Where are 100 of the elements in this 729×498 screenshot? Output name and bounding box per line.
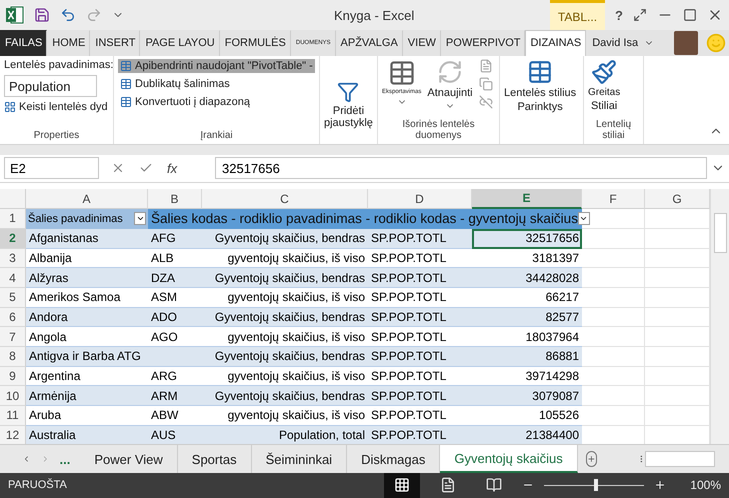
column-header[interactable]: B	[148, 189, 202, 210]
row-header[interactable]: 12	[0, 426, 26, 444]
table-cell: 86881	[472, 346, 582, 367]
table-cell: Gyventojų skaičius, bendras	[202, 228, 368, 248]
group-label: Properties	[32, 130, 80, 144]
formula-field[interactable]: 32517656	[215, 157, 707, 180]
table-cell: DZA	[148, 268, 202, 288]
table-cell: 3181397	[472, 248, 582, 268]
table-cell: gyventojų skaičius, iš viso	[202, 366, 368, 386]
column-header[interactable]: D	[368, 189, 472, 210]
slicer-icon	[337, 80, 360, 103]
save-icon[interactable]	[34, 7, 50, 23]
window-title: Knyga - Excel	[334, 8, 416, 22]
table-cell: 82577	[472, 308, 582, 328]
table-cell: 34428028	[472, 268, 582, 288]
table-cell: SP.POP.TOTL	[368, 366, 472, 386]
table-header-cell: Šalies pavadinimas	[26, 209, 148, 229]
horizontal-scrollbar[interactable]	[645, 451, 715, 468]
table-icon	[388, 58, 416, 87]
table-cell: Alžyras	[26, 268, 148, 288]
table-cell: gyventojų skaičius, iš viso	[202, 248, 368, 268]
vertical-scrollbar[interactable]	[710, 189, 729, 444]
table-cell: Australia	[26, 426, 148, 444]
function-button[interactable]: fx	[167, 160, 178, 176]
column-header[interactable]: F	[582, 189, 645, 210]
user-name[interactable]: David Isa	[586, 30, 644, 56]
table-cell: Argentina	[26, 366, 148, 386]
row-header[interactable]: 6	[0, 308, 26, 328]
row-header[interactable]: 5	[0, 288, 26, 308]
undo-icon[interactable]	[60, 7, 76, 23]
table-icon	[120, 96, 132, 108]
add-sheet-icon[interactable]	[586, 451, 597, 468]
filter-dropdown[interactable]	[578, 212, 590, 226]
table-cell: SP.POP.TOTL	[368, 308, 472, 328]
more-sheets-button[interactable]: ...	[50, 445, 80, 473]
group-label: Išorinės lentelės duomenys	[401, 119, 476, 144]
column-header[interactable]: A	[26, 189, 148, 210]
resize-table-button[interactable]: Keisti lentelės dyd	[4, 100, 109, 113]
table-cell: Population, total	[202, 426, 368, 444]
table-cell: SP.POP.TOTL	[368, 268, 472, 288]
column-header[interactable]: G	[645, 189, 710, 210]
row-header[interactable]: 3	[0, 248, 26, 268]
table-cell: ARM	[148, 386, 202, 406]
row-header[interactable]: 1	[0, 209, 26, 229]
avatar	[674, 30, 698, 55]
table-cell: SP.POP.TOTL	[368, 426, 472, 444]
table-cell: SP.POP.TOTL	[368, 248, 472, 268]
table-cell: AFG	[148, 228, 202, 248]
table-cell: 39714298	[472, 366, 582, 386]
name-box[interactable]: E2	[4, 157, 99, 180]
row-header[interactable]: 11	[0, 406, 26, 426]
table-icon	[120, 78, 132, 90]
insert-slicer-button[interactable]: Pridėti pjaustyklę	[324, 58, 373, 144]
ribbon-command[interactable]: Apibendrinti naudojant "PivotTable" -	[118, 58, 315, 73]
filter-dropdown[interactable]	[134, 212, 146, 226]
column-header[interactable]: C	[202, 189, 368, 210]
table-cell: Armėnija	[26, 386, 148, 406]
table-cell: SP.POP.TOTL	[368, 228, 472, 248]
row-header[interactable]: 8	[0, 346, 26, 367]
table-cell: 32517656	[472, 228, 582, 248]
group-label: Įrankiai	[199, 130, 234, 144]
brush-icon	[591, 58, 618, 85]
row-header[interactable]: 10	[0, 386, 26, 406]
ribbon-display-icon[interactable]	[633, 8, 647, 22]
excel-logo-icon	[6, 6, 24, 24]
row-header[interactable]: 2	[0, 228, 26, 248]
zoom-in-icon[interactable]	[654, 479, 666, 492]
table-cell: 21384400	[472, 426, 582, 444]
contextual-tab-label: TABL...	[550, 0, 606, 30]
group-label: Lentelių stiliai	[594, 119, 632, 144]
row-header[interactable]: 4	[0, 268, 26, 288]
maximize-icon[interactable]	[683, 8, 697, 22]
page-icon	[440, 477, 456, 494]
help-button[interactable]: ?	[615, 8, 623, 22]
table-cell: Gyventojų skaičius, bendras	[202, 308, 368, 328]
zoom-thumb[interactable]	[594, 479, 598, 492]
table-icon	[120, 60, 132, 72]
table-cell: Gyventojų skaičius, bendras	[202, 346, 368, 367]
normal-view-button[interactable]	[384, 472, 420, 498]
refresh-button[interactable]: Atnaujinti	[427, 58, 473, 120]
column-header[interactable]: E	[472, 189, 582, 210]
table-icon	[527, 58, 554, 85]
grid-icon	[394, 477, 410, 494]
refresh-icon	[436, 58, 463, 85]
table-cell: SP.POP.TOTL	[368, 386, 472, 406]
table-cell: ADO	[148, 308, 202, 328]
row-header[interactable]: 7	[0, 327, 26, 347]
sheet-tab[interactable]: Gyventojų skaičius	[440, 445, 578, 473]
ribbon-tab[interactable]: DIZAINAS	[525, 30, 586, 56]
ribbon-command[interactable]: Konvertuoti į diapazoną	[118, 94, 315, 109]
table-cell: Afganistanas	[26, 228, 148, 248]
ribbon-command[interactable]: Dublikatų šalinimas	[118, 76, 315, 91]
style-options-button[interactable]: Lentelės stilius Parinktys	[504, 58, 576, 144]
quick-styles-button[interactable]: Greitas Stiliai	[588, 58, 620, 120]
table-cell: Andora	[26, 308, 148, 328]
zoom-level: 100%	[690, 478, 721, 492]
row-header[interactable]: 9	[0, 366, 26, 386]
ribbon-tab[interactable]: FAILAS	[0, 30, 48, 56]
table-name-field[interactable]: Population	[4, 74, 97, 97]
table-cell: ARG	[148, 366, 202, 386]
